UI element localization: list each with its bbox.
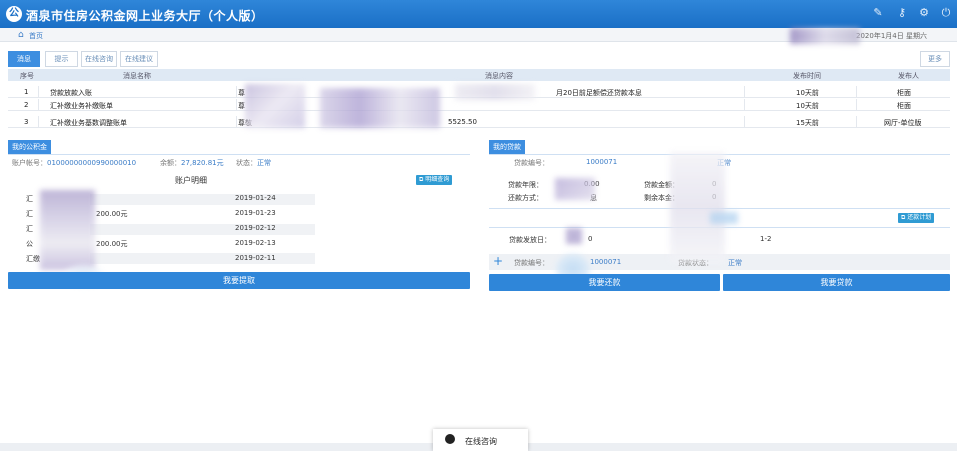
- col-name: 消息名称: [123, 72, 151, 80]
- obscured-area: [245, 84, 305, 128]
- obscured-area: [320, 88, 440, 128]
- row-time: 10天前: [796, 102, 819, 110]
- entry-amount: 200.00元: [96, 240, 128, 248]
- loan-contract-value: 1000071: [586, 158, 618, 166]
- row-no: 1: [24, 88, 29, 96]
- fund-status: 状态：正常: [236, 159, 271, 167]
- entry-type: 公: [26, 240, 33, 248]
- plus-icon[interactable]: +: [493, 255, 503, 267]
- row-no: 3: [24, 118, 29, 126]
- obscured-area: [40, 190, 95, 270]
- row-content: 尊: [238, 89, 245, 97]
- left-panel-divider: [8, 154, 470, 155]
- table-row[interactable]: 2 汇补缴业务补缴账单 尊 10天前 柜面: [8, 99, 950, 111]
- bottom-contract: 贷款编号：: [514, 259, 549, 267]
- row-time: 15天前: [796, 119, 819, 127]
- breadcrumb-home[interactable]: 首页: [29, 31, 43, 41]
- chat-icon: [445, 434, 455, 444]
- power-icon[interactable]: ⏻: [940, 7, 952, 19]
- entry-type: 汇缴: [26, 255, 40, 263]
- obscured-area: [710, 212, 738, 224]
- entry-amount: 200.00元: [96, 210, 128, 218]
- row-content-end: 月20日前足额偿还贷款本息: [556, 89, 642, 97]
- obscured-area: [555, 178, 595, 200]
- account-info: 账户帐号：01000000000990000010: [12, 159, 137, 167]
- withdraw-button[interactable]: 我要提取: [8, 272, 470, 289]
- loan-term: 贷款年限：: [508, 181, 543, 189]
- settings-icon[interactable]: ⚙: [918, 7, 930, 19]
- loan-date: 贷款发放日：: [509, 236, 551, 244]
- row-publisher: 柜面: [897, 102, 911, 110]
- row-content: 尊: [238, 102, 245, 110]
- col-content: 消息内容: [485, 72, 513, 80]
- current-date: 2020年1月4日 星期六: [856, 32, 927, 40]
- entry-date: 2019-01-24: [235, 194, 276, 202]
- entry-type: 汇: [26, 210, 33, 218]
- balance-info: 余额：27,820.81元: [160, 159, 224, 167]
- loan-date-value: 1-2: [760, 235, 772, 243]
- row-publisher: 网厅-单位版: [884, 119, 922, 127]
- loan-contract: 贷款编号：: [514, 159, 549, 167]
- message-table-header: 序号 消息名称 消息内容 发布时间 发布人: [8, 69, 950, 81]
- row-time: 10天前: [796, 89, 819, 97]
- key-icon[interactable]: ⚷: [896, 7, 908, 19]
- bottom-status-value: 正常: [728, 259, 742, 267]
- my-fund-tag: 我的公积金: [8, 140, 51, 154]
- account-detail-title: 账户明细: [175, 176, 207, 185]
- row-name[interactable]: 贷款放款入账: [50, 88, 92, 98]
- logo-icon: 公: [6, 6, 22, 22]
- row-no: 2: [24, 101, 29, 109]
- tab-online-suggest[interactable]: 在线建议: [120, 51, 158, 67]
- more-button[interactable]: 更多: [920, 51, 950, 67]
- row-publisher: 柜面: [897, 89, 911, 97]
- bottom-contract-value: 1000071: [590, 258, 622, 266]
- app-title: 酒泉市住房公积金网上业务大厅（个人版）: [26, 9, 264, 23]
- table-row[interactable]: 3 汇补缴业务基数调整账单 尊敬 5525.50 15天前 网厅-单位版: [8, 116, 950, 128]
- edit-icon[interactable]: ✎: [872, 7, 884, 19]
- entry-type: 汇: [26, 195, 33, 203]
- entry-date: 2019-02-13: [235, 239, 276, 247]
- obscured-area: [566, 228, 582, 244]
- home-icon[interactable]: ⌂: [18, 30, 24, 40]
- repay-method: 还款方式：: [508, 194, 543, 202]
- online-consult-widget[interactable]: 在线咨询: [433, 429, 528, 451]
- row-name[interactable]: 汇补缴业务基数调整账单: [50, 118, 127, 128]
- col-no: 序号: [20, 72, 34, 80]
- entry-date: 2019-02-12: [235, 224, 276, 232]
- row-content-end: 5525.50: [448, 118, 477, 126]
- my-loan-tag: 我的贷款: [489, 140, 525, 154]
- tab-online-consult[interactable]: 在线咨询: [81, 51, 117, 67]
- entry-type: 汇: [26, 225, 33, 233]
- entry-date: 2019-01-23: [235, 209, 276, 217]
- obscured-area: [790, 28, 860, 44]
- loan-date-prefix: 0: [588, 235, 593, 243]
- row-name[interactable]: 汇补缴业务补缴账单: [50, 101, 113, 111]
- repay-button[interactable]: 我要还款: [489, 274, 720, 291]
- tab-tips[interactable]: 提示: [45, 51, 78, 67]
- obscured-area: [455, 84, 535, 100]
- loan-button[interactable]: 我要贷款: [723, 274, 950, 291]
- entry-date: 2019-02-11: [235, 254, 276, 262]
- repay-plan-button[interactable]: ⧉ 还款计划: [898, 213, 935, 223]
- obscured-area: [670, 152, 725, 262]
- app-header: 公 酒泉市住房公积金网上业务大厅（个人版） ✎ ⚷ ⚙ ⏻: [0, 0, 957, 28]
- tab-messages[interactable]: 消息: [8, 51, 40, 67]
- col-publisher: 发布人: [898, 72, 919, 80]
- col-time: 发布时间: [793, 72, 821, 80]
- online-consult-label[interactable]: 在线咨询: [465, 436, 497, 447]
- detail-query-button[interactable]: ⧉ 明细查询: [416, 175, 453, 185]
